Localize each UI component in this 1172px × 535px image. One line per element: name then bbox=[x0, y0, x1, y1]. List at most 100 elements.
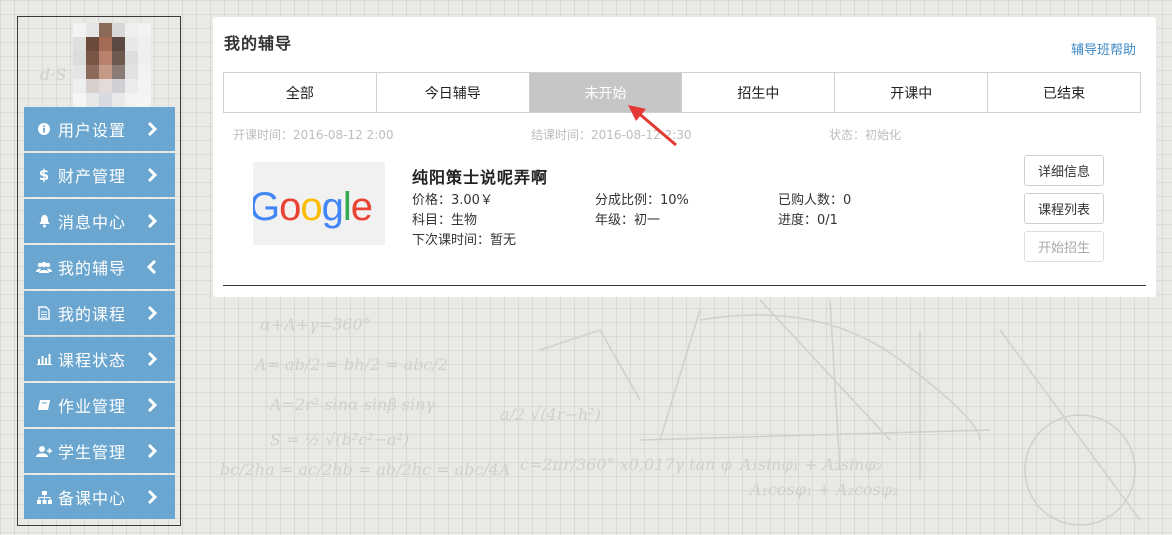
sidebar-item-homework[interactable]: 作业管理 bbox=[24, 383, 175, 427]
sidebar: 用户设置 $ 财产管理 消息中心 我的辅导 我的课程 课程状态 作业管理 学生管… bbox=[17, 16, 181, 526]
avatar-pixel bbox=[86, 51, 99, 65]
svg-text:A=2r² sinα sinβ sinγ: A=2r² sinα sinβ sinγ bbox=[268, 395, 435, 414]
avatar-pixel bbox=[73, 23, 86, 37]
status-tabs: 全部 今日辅导 未开始 招生中 开课中 已结束 bbox=[223, 72, 1141, 113]
sidebar-menu: 用户设置 $ 财产管理 消息中心 我的辅导 我的课程 课程状态 作业管理 学生管… bbox=[24, 107, 175, 521]
course-list-button[interactable]: 课程列表 bbox=[1024, 193, 1104, 224]
avatar-pixel bbox=[138, 23, 151, 37]
avatar-pixel bbox=[99, 37, 112, 51]
course-price: 价格：3.00￥ bbox=[412, 193, 493, 208]
sidebar-item-label: 消息中心 bbox=[58, 213, 127, 232]
dollar-icon: $ bbox=[38, 166, 50, 184]
chevron-right-icon bbox=[147, 351, 158, 367]
bell-icon bbox=[36, 213, 52, 229]
sidebar-item-label: 我的辅导 bbox=[58, 259, 127, 278]
tab-finished[interactable]: 已结束 bbox=[988, 73, 1140, 112]
course-next-class: 下次课时间：暂无 bbox=[412, 233, 517, 248]
avatar[interactable] bbox=[73, 23, 151, 107]
sidebar-item-user-settings[interactable]: 用户设置 bbox=[24, 107, 175, 151]
start-enroll-button[interactable]: 开始招生 bbox=[1024, 231, 1104, 262]
course-grade: 年级：初一 bbox=[595, 213, 661, 228]
avatar-pixel bbox=[99, 93, 112, 107]
tutoring-help-link[interactable]: 辅导班帮助 bbox=[1071, 39, 1136, 58]
divider bbox=[223, 285, 1146, 286]
course-state: 状态：初始化 bbox=[829, 128, 902, 142]
avatar-pixel bbox=[99, 79, 112, 93]
avatar-pixel bbox=[138, 79, 151, 93]
avatar-pixel bbox=[73, 93, 86, 107]
logo-letter: o bbox=[279, 185, 300, 229]
avatar-pixel bbox=[125, 65, 138, 79]
avatar-pixel bbox=[73, 79, 86, 93]
svg-text:A₁sinφ₁ + A₂sinφ₂: A₁sinφ₁ + A₂sinφ₂ bbox=[738, 455, 882, 474]
sidebar-item-label: 学生管理 bbox=[58, 443, 127, 462]
logo-letter: e bbox=[351, 185, 372, 229]
google-logo: Google bbox=[253, 162, 385, 245]
course-thumbnail[interactable]: Google bbox=[253, 162, 385, 245]
sidebar-item-label: 课程状态 bbox=[58, 351, 127, 370]
avatar-pixel bbox=[99, 51, 112, 65]
svg-text:A₁cosφ₁ + A₂cosφ₂: A₁cosφ₁ + A₂cosφ₂ bbox=[748, 480, 898, 499]
chevron-right-icon bbox=[147, 305, 158, 321]
avatar-pixel bbox=[73, 37, 86, 51]
course-buyers: 已购人数：0 bbox=[778, 193, 852, 208]
book-icon bbox=[36, 397, 52, 413]
tab-in-progress[interactable]: 开课中 bbox=[835, 73, 989, 112]
sidebar-item-my-tutoring[interactable]: 我的辅导 bbox=[24, 245, 175, 289]
avatar-pixel bbox=[138, 37, 151, 51]
document-icon bbox=[36, 305, 52, 321]
avatar-pixel bbox=[125, 93, 138, 107]
add-user-icon bbox=[36, 443, 52, 459]
sidebar-item-students[interactable]: 学生管理 bbox=[24, 429, 175, 473]
chevron-left-icon bbox=[146, 259, 157, 275]
svg-text:bc/2ha = ac/2hb = ab/2hc = abc: bc/2ha = ac/2hb = ab/2hc = abc/4A bbox=[220, 460, 510, 479]
chevron-right-icon bbox=[147, 443, 158, 459]
course-title[interactable]: 纯阳策士说呢弄啊 bbox=[412, 164, 548, 188]
chevron-right-icon bbox=[147, 121, 158, 137]
tab-all[interactable]: 全部 bbox=[224, 73, 377, 112]
sidebar-item-course-status[interactable]: 课程状态 bbox=[24, 337, 175, 381]
avatar-pixel bbox=[73, 65, 86, 79]
sidebar-item-messages[interactable]: 消息中心 bbox=[24, 199, 175, 243]
avatar-pixel bbox=[138, 93, 151, 107]
sidebar-item-label: 作业管理 bbox=[58, 397, 127, 416]
avatar-pixel bbox=[73, 51, 86, 65]
sidebar-item-assets[interactable]: $ 财产管理 bbox=[24, 153, 175, 197]
avatar-pixel bbox=[86, 23, 99, 37]
sidebar-item-lesson-prep[interactable]: 备课中心 bbox=[24, 475, 175, 519]
svg-text:Google: Google bbox=[253, 185, 372, 229]
avatar-pixel bbox=[125, 79, 138, 93]
avatar-pixel bbox=[86, 65, 99, 79]
svg-text:c=2πr/360° x0,017γ tan φ: c=2πr/360° x0,017γ tan φ bbox=[520, 455, 733, 474]
avatar-pixel bbox=[86, 93, 99, 107]
sidebar-item-my-courses[interactable]: 我的课程 bbox=[24, 291, 175, 335]
start-time: 开课时间：2016-08-12 2:00 bbox=[233, 128, 394, 142]
course-progress: 进度：0/1 bbox=[778, 213, 838, 228]
avatar-pixel bbox=[112, 51, 125, 65]
avatar-pixel bbox=[138, 65, 151, 79]
tab-today[interactable]: 今日辅导 bbox=[376, 73, 530, 112]
avatar-pixel bbox=[112, 79, 125, 93]
avatar-pixel bbox=[99, 23, 112, 37]
sidebar-item-label: 我的课程 bbox=[58, 305, 127, 324]
avatar-pixel bbox=[125, 23, 138, 37]
info-icon bbox=[36, 121, 52, 137]
svg-text:S = ½ √(b²c²−a²): S = ½ √(b²c²−a²) bbox=[270, 430, 409, 449]
page-title: 我的辅导 bbox=[224, 34, 293, 53]
end-time: 结课时间：2016-08-12 2:30 bbox=[531, 128, 692, 142]
chevron-right-icon bbox=[147, 397, 158, 413]
tab-enrolling[interactable]: 招生中 bbox=[682, 73, 836, 112]
logo-letter: G bbox=[253, 185, 279, 229]
avatar-pixel bbox=[86, 37, 99, 51]
chevron-right-icon bbox=[147, 167, 158, 183]
avatar-pixel bbox=[138, 51, 151, 65]
avatar-pixel bbox=[112, 37, 125, 51]
logo-letter: l bbox=[343, 185, 351, 229]
chevron-right-icon bbox=[147, 213, 158, 229]
details-button[interactable]: 详细信息 bbox=[1024, 155, 1104, 186]
tab-not-started[interactable]: 未开始 bbox=[529, 73, 683, 112]
sidebar-item-label: 财产管理 bbox=[58, 167, 127, 186]
avatar-pixel bbox=[86, 79, 99, 93]
logo-letter: g bbox=[322, 185, 343, 229]
users-icon bbox=[36, 259, 52, 275]
